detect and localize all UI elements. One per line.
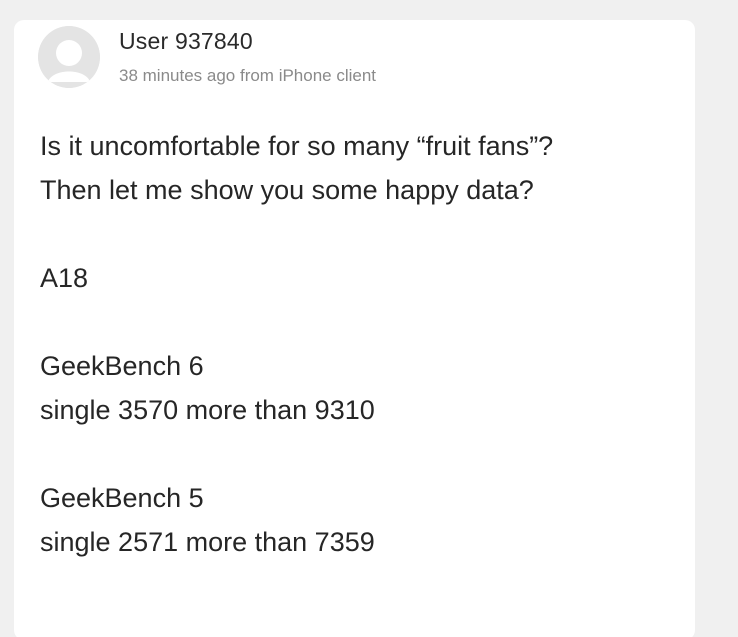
post-body: Is it uncomfortable for so many “fruit f… xyxy=(40,124,680,564)
body-line: Is it uncomfortable for so many “fruit f… xyxy=(40,131,554,161)
body-line: A18 xyxy=(40,263,89,293)
body-spacer xyxy=(40,432,680,476)
post-meta: 38 minutes ago from iPhone client xyxy=(119,66,377,85)
body-spacer xyxy=(40,212,680,256)
page: User 937840 38 minutes ago from iPhone c… xyxy=(0,0,738,637)
avatar[interactable] xyxy=(38,26,100,88)
default-avatar-icon xyxy=(38,26,100,88)
post-card: User 937840 38 minutes ago from iPhone c… xyxy=(14,20,695,637)
body-line: single 2571 more than 7359 xyxy=(40,527,375,557)
body-line: Then let me show you some happy data? xyxy=(40,175,534,205)
body-line: single 3570 more than 9310 xyxy=(40,395,375,425)
body-line: GeekBench 6 xyxy=(40,351,204,381)
author-name[interactable]: User 937840 xyxy=(119,28,253,55)
body-line: GeekBench 5 xyxy=(40,483,204,513)
body-spacer xyxy=(40,300,680,344)
